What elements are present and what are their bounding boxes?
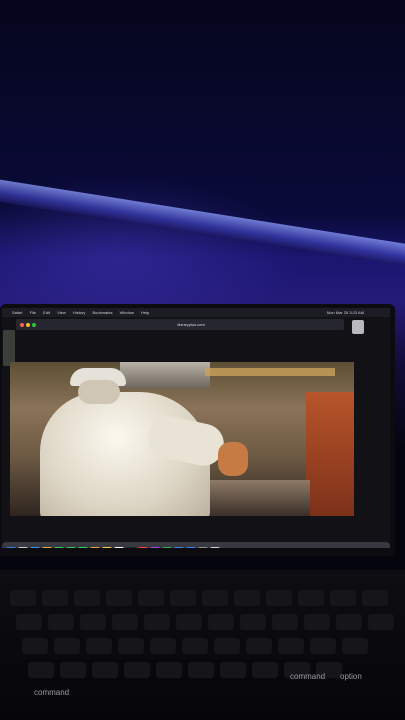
menu-item[interactable]: Bookmarks	[93, 310, 113, 315]
key[interactable]	[336, 614, 362, 630]
menu-item[interactable]: Help	[141, 310, 149, 315]
sidebar-widget[interactable]	[3, 330, 15, 366]
menu-item[interactable]: Edit	[43, 310, 50, 315]
key[interactable]	[176, 614, 202, 630]
key[interactable]	[92, 662, 118, 678]
command-key-left[interactable]: command	[34, 688, 69, 697]
option-key-right[interactable]: option	[340, 672, 362, 681]
keynote-icon[interactable]	[174, 546, 184, 548]
whatsapp-icon[interactable]	[78, 546, 88, 548]
key[interactable]	[80, 614, 106, 630]
music-icon[interactable]	[138, 546, 148, 548]
key[interactable]	[170, 590, 196, 606]
key[interactable]	[60, 662, 86, 678]
key[interactable]	[208, 614, 234, 630]
key[interactable]	[310, 638, 336, 654]
menubar-clock[interactable]: Mon Mar 25 3:23 AM	[327, 310, 364, 315]
key[interactable]	[368, 614, 394, 630]
key[interactable]	[74, 590, 100, 606]
key[interactable]	[330, 590, 356, 606]
menu-item[interactable]: File	[30, 310, 36, 315]
close-window-button[interactable]	[20, 323, 24, 327]
appletv-icon[interactable]	[126, 546, 136, 548]
chef-head	[78, 380, 120, 404]
keyboard-row	[10, 590, 388, 606]
key[interactable]	[278, 638, 304, 654]
key[interactable]	[86, 638, 112, 654]
key[interactable]	[42, 590, 68, 606]
key[interactable]	[118, 638, 144, 654]
chef-hand	[218, 442, 248, 476]
key[interactable]	[112, 614, 138, 630]
key[interactable]	[362, 590, 388, 606]
menu-item[interactable]: Window	[120, 310, 134, 315]
key[interactable]	[16, 614, 42, 630]
key[interactable]	[252, 662, 278, 678]
kitchen-shelf	[205, 368, 335, 376]
laptop-screen: Safari File Edit View History Bookmarks …	[2, 308, 390, 548]
numbers-icon[interactable]	[162, 546, 172, 548]
photos-icon[interactable]	[90, 546, 100, 548]
facetime-icon[interactable]	[66, 546, 76, 548]
key[interactable]	[272, 614, 298, 630]
key[interactable]	[138, 590, 164, 606]
appstore-icon[interactable]	[186, 546, 196, 548]
reminders-icon[interactable]	[114, 546, 124, 548]
menu-item[interactable]: Safari	[12, 310, 22, 315]
key[interactable]	[156, 662, 182, 678]
key[interactable]	[10, 590, 36, 606]
notes-icon[interactable]	[102, 546, 112, 548]
chrome-icon[interactable]	[42, 546, 52, 548]
key[interactable]	[48, 614, 74, 630]
key[interactable]	[298, 590, 324, 606]
key[interactable]	[266, 590, 292, 606]
kitchen-hood	[120, 362, 210, 388]
zoom-window-button[interactable]	[32, 323, 36, 327]
copper-pot	[306, 392, 354, 516]
settings-icon[interactable]	[198, 546, 208, 548]
launchpad-icon[interactable]	[18, 546, 28, 548]
desktop-widget[interactable]	[352, 320, 364, 334]
video-player[interactable]	[10, 362, 354, 516]
keyboard-row	[16, 614, 394, 630]
menu-bar: Safari File Edit View History Bookmarks …	[2, 308, 390, 317]
menu-item[interactable]: History	[73, 310, 85, 315]
key[interactable]	[220, 662, 246, 678]
key[interactable]	[202, 590, 228, 606]
podcasts-icon[interactable]	[150, 546, 160, 548]
key[interactable]	[28, 662, 54, 678]
menu-item[interactable]: View	[57, 310, 66, 315]
command-key-right[interactable]: command	[290, 672, 325, 681]
key[interactable]	[188, 662, 214, 678]
dock	[2, 542, 390, 548]
key[interactable]	[106, 590, 132, 606]
key[interactable]	[124, 662, 150, 678]
key[interactable]	[240, 614, 266, 630]
key[interactable]	[54, 638, 80, 654]
key[interactable]	[246, 638, 272, 654]
keyboard-row	[22, 638, 368, 654]
key[interactable]	[234, 590, 260, 606]
messages-icon[interactable]	[54, 546, 64, 548]
browser-toolbar: disneyplus.com	[16, 319, 344, 330]
finder-icon[interactable]	[6, 546, 16, 548]
minimize-window-button[interactable]	[26, 323, 30, 327]
address-bar[interactable]: disneyplus.com	[156, 321, 226, 328]
safari-icon[interactable]	[30, 546, 40, 548]
key[interactable]	[342, 638, 368, 654]
key[interactable]	[214, 638, 240, 654]
key[interactable]	[182, 638, 208, 654]
key[interactable]	[304, 614, 330, 630]
key[interactable]	[150, 638, 176, 654]
laptop-keyboard: command command option	[0, 570, 405, 720]
key[interactable]	[22, 638, 48, 654]
trash-icon[interactable]	[210, 546, 220, 548]
key[interactable]	[144, 614, 170, 630]
